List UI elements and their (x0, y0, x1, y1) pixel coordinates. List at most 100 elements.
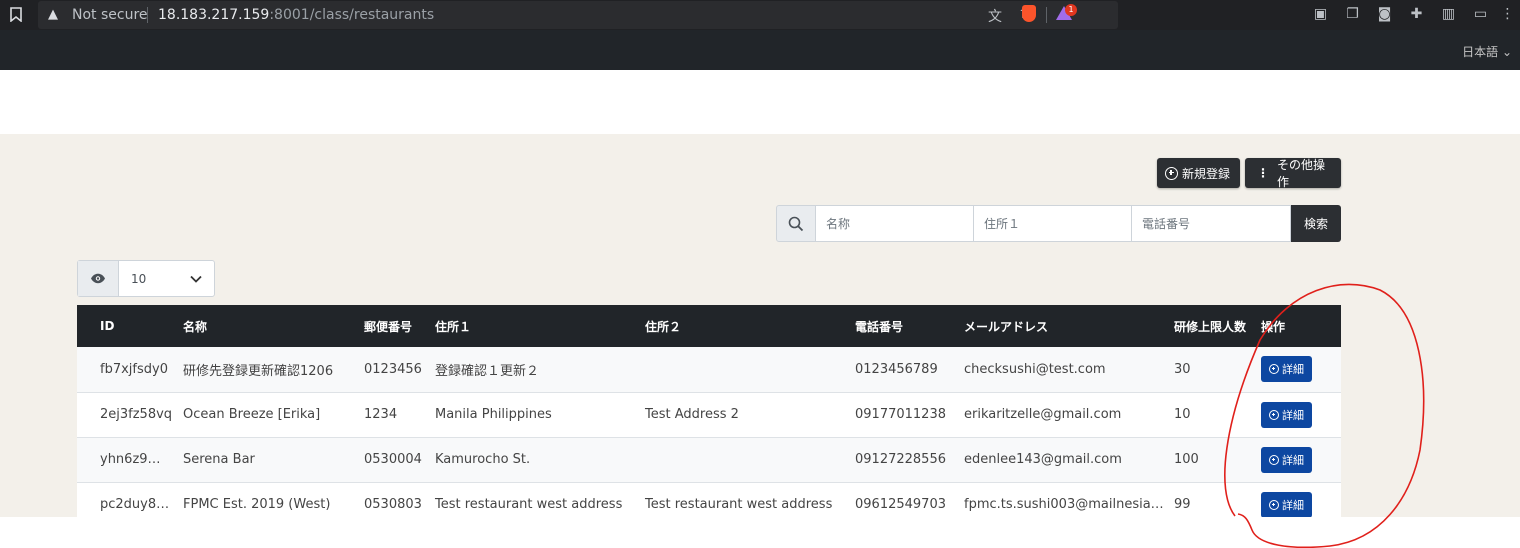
column-header: 名称 (183, 319, 208, 334)
table-row: 2ej3fz58vq Ocean Breeze [Erika] 1234 Man… (77, 392, 1341, 437)
url-text[interactable]: 18.183.217.159:8001/class/restaurants (158, 7, 434, 23)
column-header: 操作 (1261, 319, 1286, 334)
column-header: 研修上限人数 (1174, 319, 1247, 334)
cell-capacity: 10 (1174, 407, 1191, 422)
detail-button[interactable]: 詳細 (1261, 356, 1312, 383)
new-register-button[interactable]: 新規登録 (1157, 158, 1240, 188)
column-header: メールアドレス (964, 319, 1049, 334)
per-page-value: 10 (131, 271, 147, 286)
table-header-row: ID 名称 郵便番号 住所１ 住所２ 電話番号 メールアドレス 研修上限人数 操… (77, 305, 1341, 347)
cell-email: fpmc.ts.sushi003@mailnesia.com (964, 497, 1164, 512)
detail-label: 詳細 (1282, 408, 1304, 422)
url-path: :8001/class/restaurants (269, 7, 435, 23)
files-extension-icon[interactable]: ❐ (1345, 7, 1360, 22)
new-register-label: 新規登録 (1182, 166, 1231, 181)
sidebar-icon[interactable]: ▥ (1441, 7, 1456, 22)
per-page-value-box: 10 (119, 261, 214, 296)
bookmark-icon[interactable] (10, 7, 22, 22)
cell-name: Ocean Breeze [Erika] (183, 407, 321, 422)
main-content: 新規登録 ⋮ その他操作 名称 住所１ 電話番号 検索 10 ID 名称 郵便番… (0, 134, 1520, 517)
divider (147, 7, 148, 23)
translate-extension-icon[interactable]: ▣ (1313, 7, 1328, 22)
cell-capacity: 100 (1174, 452, 1199, 467)
chevron-down-icon (190, 275, 202, 283)
language-label: 日本語 (1462, 45, 1499, 59)
table-row: pc2duy8h2d FPMC Est. 2019 (West) 0530803… (77, 482, 1341, 517)
cell-actions: 詳細 (1251, 347, 1341, 392)
detail-label: 詳細 (1282, 363, 1304, 377)
detail-label: 詳細 (1282, 498, 1304, 512)
cell-email: checksushi@test.com (964, 361, 1106, 377)
url-host: 18.183.217.159 (158, 7, 270, 23)
browser-toolbar: ▲ Not secure 18.183.217.159:8001/class/r… (0, 0, 1520, 30)
extensions-puzzle-icon[interactable]: ✚ (1409, 7, 1424, 22)
column-header: ID (100, 319, 115, 333)
page-header (0, 70, 1520, 135)
language-selector[interactable]: 日本語 ⌄ (1462, 43, 1512, 60)
cell-actions: 詳細 (1251, 482, 1341, 517)
cell-address1: Kamurocho St. (435, 452, 531, 467)
cell-name: 研修先登録更新確認1206 (183, 363, 334, 379)
cell-email: edenlee143@gmail.com (964, 452, 1122, 467)
cell-address2 (635, 347, 845, 392)
cell-id: yhn6z9m8e8 (100, 452, 173, 467)
cell-capacity: 99 (1174, 497, 1191, 512)
cell-address2: Test Address 2 (645, 407, 739, 422)
restaurants-table: ID 名称 郵便番号 住所１ 住所２ 電話番号 メールアドレス 研修上限人数 操… (77, 305, 1341, 517)
security-label: Not secure (72, 7, 148, 23)
cell-address1: Test restaurant west address (435, 497, 623, 512)
cell-address1: 登録確認１更新２ (435, 363, 540, 379)
table-row: fb7xjfsdy0 研修先登録更新確認1206 0123456 登録確認１更新… (77, 347, 1341, 392)
cell-capacity: 30 (1174, 361, 1191, 377)
address-search-input[interactable]: 住所１ (974, 205, 1132, 242)
plus-circle-icon (1269, 364, 1279, 375)
per-page-select[interactable]: 10 (77, 260, 215, 297)
cell-actions: 詳細 (1251, 392, 1341, 437)
cell-actions: 詳細 (1251, 437, 1341, 482)
app-navbar: 日本語 ⌄ (0, 30, 1520, 70)
brave-shields-icon[interactable] (1022, 5, 1036, 22)
cell-postal: 0123456 (364, 361, 422, 377)
divider (1046, 7, 1047, 23)
cell-id: 2ej3fz58vq (100, 407, 173, 422)
cell-phone: 0123456789 (855, 361, 938, 377)
cell-phone: 09612549703 (855, 497, 946, 512)
wallet-icon[interactable]: ▭ (1473, 7, 1488, 22)
column-header: 電話番号 (855, 319, 904, 334)
detail-label: 詳細 (1282, 453, 1304, 467)
search-bar: 名称 住所１ 電話番号 検索 (776, 205, 1341, 242)
cell-address1: Manila Philippines (435, 407, 552, 422)
search-button[interactable]: 検索 (1291, 205, 1341, 242)
name-search-input[interactable]: 名称 (816, 205, 974, 242)
translate-icon[interactable]: 文 (988, 6, 1002, 26)
detail-button[interactable]: 詳細 (1261, 446, 1312, 473)
cell-id: pc2duy8h2d (100, 497, 173, 512)
cell-name: Serena Bar (183, 452, 255, 467)
camera-extension-icon[interactable]: ◙ (1377, 7, 1392, 22)
cell-phone: 09177011238 (855, 407, 946, 422)
search-icon (776, 205, 816, 242)
detail-button[interactable]: 詳細 (1261, 401, 1312, 428)
other-actions-button[interactable]: ⋮ その他操作 (1245, 158, 1341, 189)
chevron-down-icon: ⌄ (1501, 45, 1512, 59)
address-bar[interactable]: ▲ Not secure 18.183.217.159:8001/class/r… (38, 1, 1118, 29)
cell-phone: 09127228556 (855, 452, 946, 467)
cell-postal: 0530004 (364, 452, 422, 467)
plus-circle-icon (1269, 499, 1279, 510)
plus-circle-icon (1165, 166, 1178, 180)
eye-icon (78, 261, 119, 296)
menu-icon[interactable]: ⋮ (1500, 7, 1515, 22)
table-row: yhn6z9m8e8 Serena Bar 0530004 Kamurocho … (77, 437, 1341, 482)
cell-postal: 0530803 (364, 497, 422, 512)
column-header: 郵便番号 (364, 319, 413, 334)
cell-email: erikaritzelle@gmail.com (964, 407, 1122, 422)
plus-circle-icon (1269, 454, 1279, 465)
cell-address2 (635, 437, 845, 482)
column-header: 住所２ (645, 319, 682, 334)
other-actions-label: その他操作 (1277, 158, 1326, 189)
detail-button[interactable]: 詳細 (1261, 491, 1312, 517)
phone-search-input[interactable]: 電話番号 (1132, 205, 1291, 242)
rewards-badge: 1 (1065, 4, 1077, 16)
warning-icon: ▲ (48, 7, 58, 22)
kebab-menu-icon: ⋮ (1257, 166, 1269, 180)
